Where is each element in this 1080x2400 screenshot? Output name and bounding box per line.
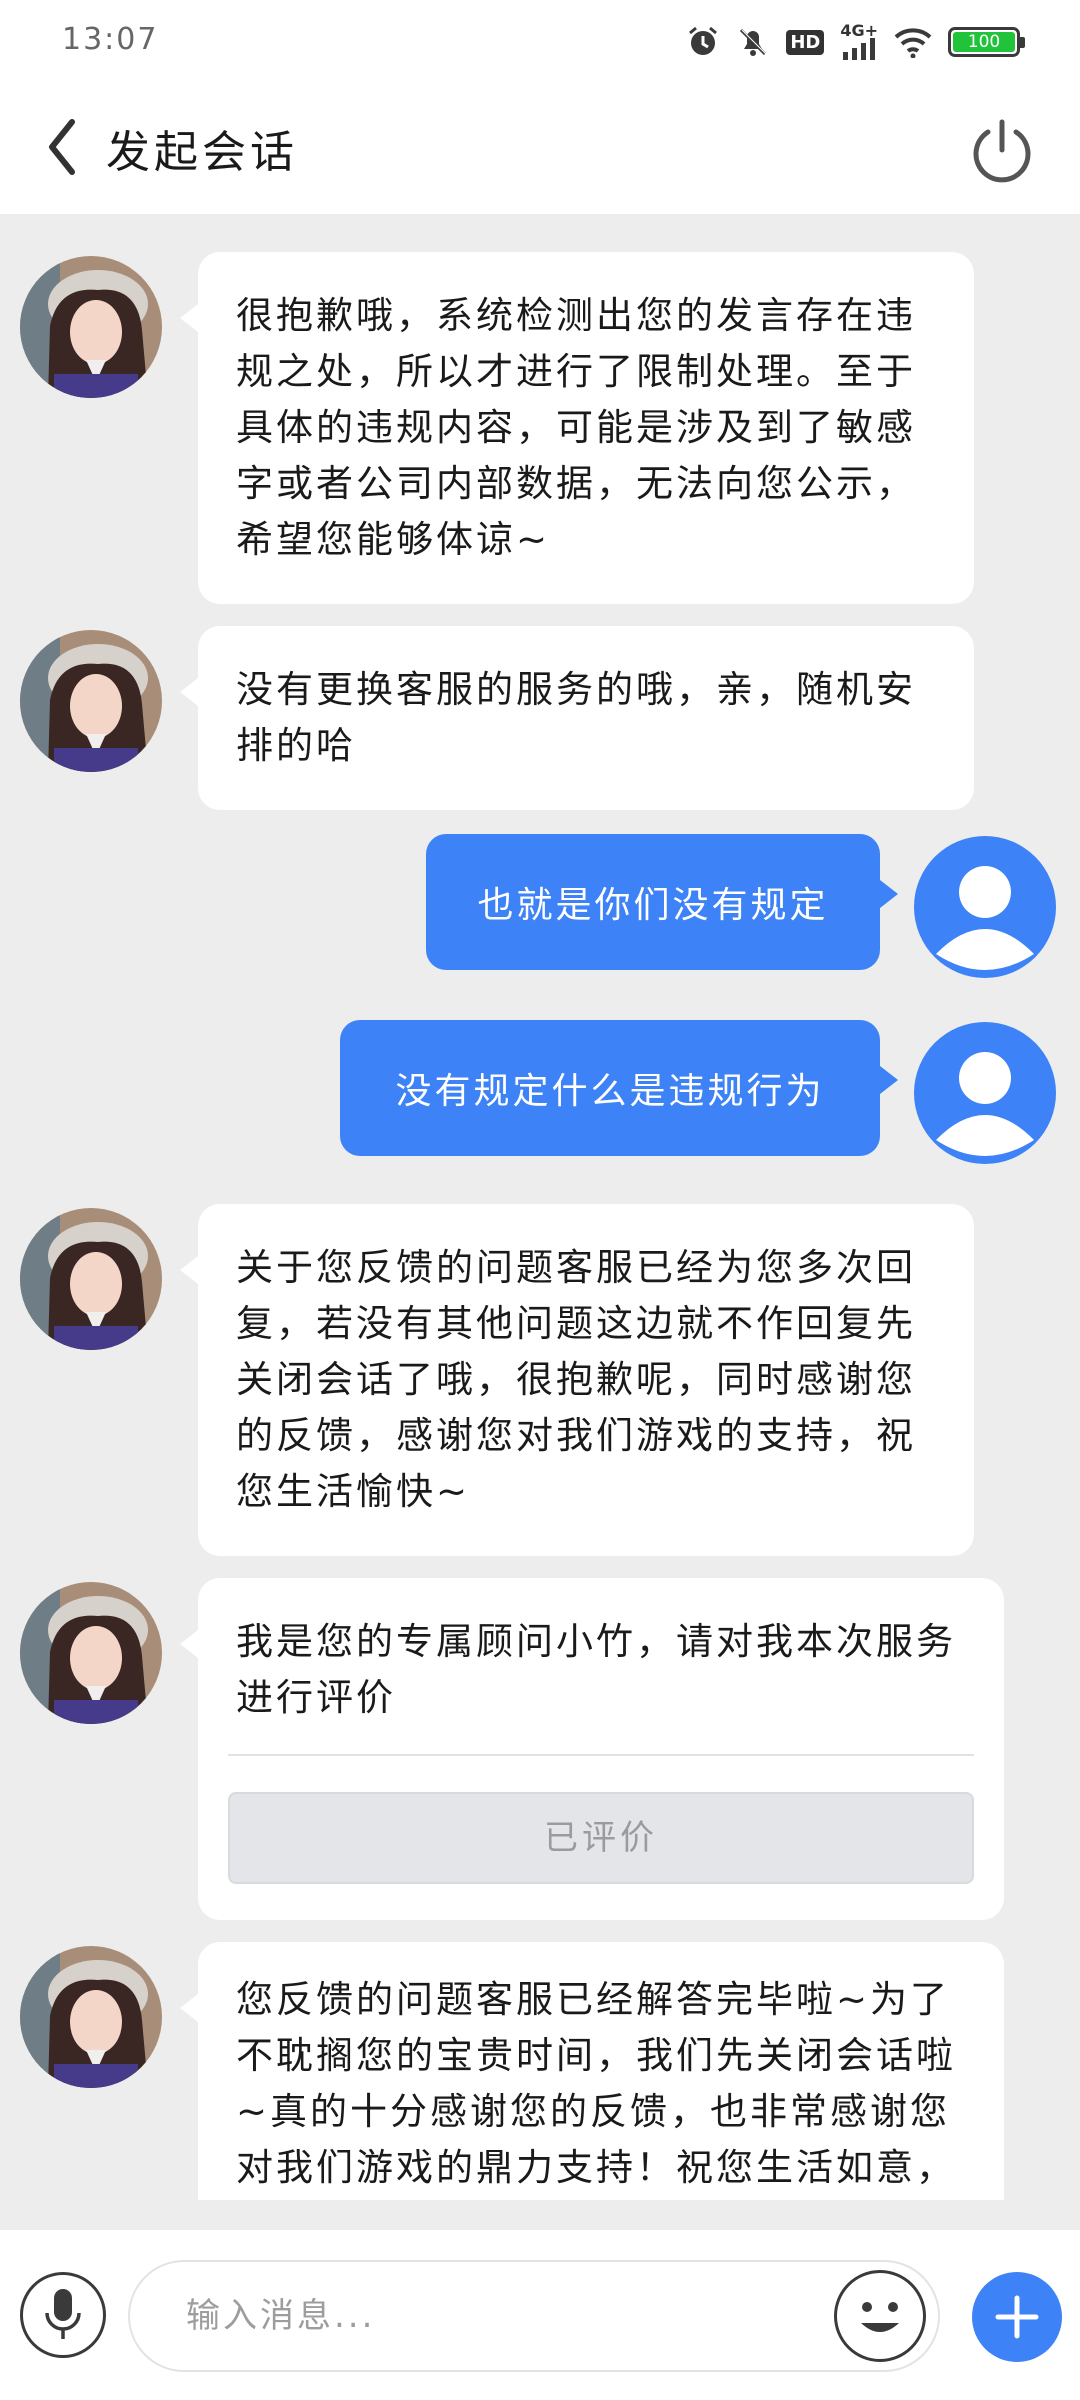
battery-level: 100: [953, 32, 1015, 52]
mute-icon: [736, 25, 770, 59]
status-icons: HD 4G+ 100: [686, 20, 1025, 64]
message-text: 没有更换客服的服务的哦，亲，随机安排的哈: [236, 668, 916, 767]
voice-button[interactable]: [20, 2272, 106, 2358]
power-icon: [973, 119, 1031, 183]
alarm-icon: [686, 25, 720, 59]
signal-icon: 4G+: [840, 21, 878, 60]
add-button[interactable]: [972, 2272, 1062, 2362]
message-input[interactable]: [128, 2260, 940, 2372]
rating-card: 我是您的专属顾问小竹，请对我本次服务进行评价 已评价: [180, 1578, 1004, 1920]
network-type: 4G+: [840, 21, 878, 40]
emoji-button[interactable]: [834, 2270, 926, 2362]
message-text: 我是您的专属顾问小竹，请对我本次服务进行评价: [236, 1620, 956, 1719]
top-bar: 13:07 HD 4G+ 100 发起会话: [0, 0, 1080, 214]
status-time: 13:07: [62, 22, 159, 57]
end-session-button[interactable]: [968, 116, 1036, 184]
agent-avatar[interactable]: [20, 1582, 162, 1724]
message-bubble: 很抱歉哦，系统检测出您的发言存在违规之处，所以才进行了限制处理。至于具体的违规内…: [180, 252, 974, 604]
user-message-bubble: 没有规定什么是违规行为: [340, 1020, 898, 1156]
back-button[interactable]: [40, 112, 84, 182]
battery-icon: 100: [948, 27, 1025, 57]
user-avatar[interactable]: [914, 836, 1056, 978]
input-bar: [0, 2230, 1080, 2400]
plus-icon: [995, 2295, 1039, 2339]
message-bubble: 您反馈的问题客服已经解答完毕啦~为了不耽搁您的宝贵时间，我们先关闭会话啦~真的十…: [180, 1942, 1004, 2200]
hd-icon: HD: [786, 29, 825, 55]
message-text: 您反馈的问题客服已经解答完毕啦~为了不耽搁您的宝贵时间，我们先关闭会话啦~真的十…: [236, 1978, 956, 2189]
message-text: 很抱歉哦，系统检测出您的发言存在违规之处，所以才进行了限制处理。至于具体的违规内…: [236, 294, 916, 561]
page-title: 发起会话: [106, 127, 298, 178]
message-text: 没有规定什么是违规行为: [395, 1071, 825, 1112]
divider: [228, 1754, 974, 1756]
wifi-icon: [894, 26, 932, 58]
user-message-bubble: 也就是你们没有规定: [426, 834, 898, 970]
user-avatar[interactable]: [914, 1022, 1056, 1164]
agent-avatar[interactable]: [20, 1946, 162, 2088]
agent-avatar[interactable]: [20, 1208, 162, 1350]
emoji-icon: [861, 2302, 899, 2332]
chevron-left-icon: [49, 119, 75, 175]
agent-avatar[interactable]: [20, 256, 162, 398]
message-text: 关于您反馈的问题客服已经为您多次回复，若没有其他问题这边就不作回复先关闭会话了哦…: [236, 1246, 916, 1513]
chat-list[interactable]: 很抱歉哦，系统检测出您的发言存在违规之处，所以才进行了限制处理。至于具体的违规内…: [0, 214, 1080, 2200]
message-text: 也就是你们没有规定: [477, 885, 829, 926]
message-bubble: 关于您反馈的问题客服已经为您多次回复，若没有其他问题这边就不作回复先关闭会话了哦…: [180, 1204, 974, 1556]
message-bubble: 没有更换客服的服务的哦，亲，随机安排的哈: [180, 626, 974, 810]
microphone-icon: [45, 2289, 81, 2339]
rated-button[interactable]: 已评价: [228, 1792, 974, 1884]
agent-avatar[interactable]: [20, 630, 162, 772]
